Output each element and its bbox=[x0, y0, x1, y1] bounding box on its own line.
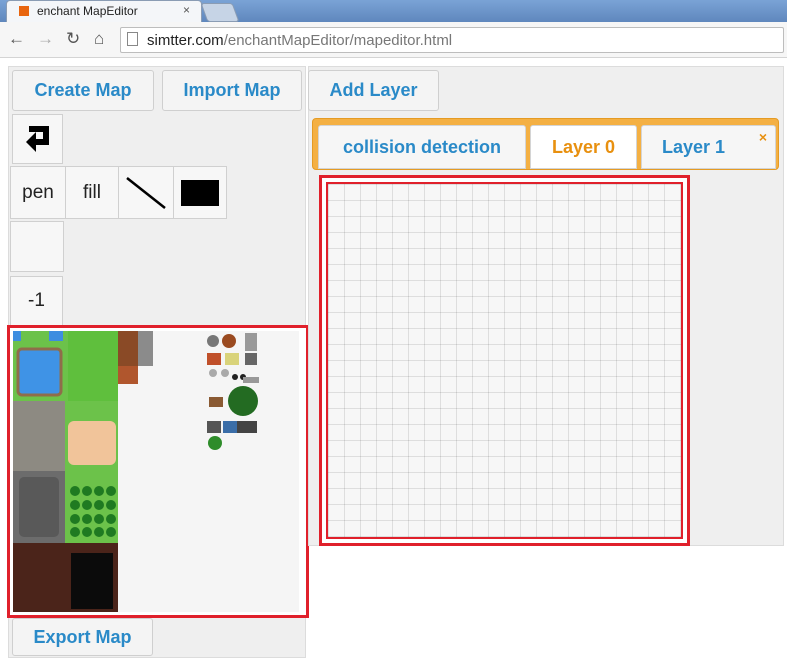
layer-tab-bar: collision detection Layer 0 Layer 1 × bbox=[312, 118, 779, 170]
return-arrow-icon bbox=[25, 126, 49, 152]
browser-tabstrip: enchant MapEditor × bbox=[0, 0, 787, 22]
tileset-image[interactable] bbox=[13, 331, 299, 612]
browser-tab[interactable]: enchant MapEditor × bbox=[6, 0, 202, 22]
fill-tool-button[interactable]: fill bbox=[65, 166, 119, 219]
tab-layer-0[interactable]: Layer 0 bbox=[530, 125, 637, 169]
url-text: simtter.com/enchantMapEditor/mapeditor.h… bbox=[147, 32, 452, 49]
rectangle-icon bbox=[181, 179, 219, 206]
map-canvas-frame bbox=[319, 175, 690, 546]
browser-toolbar: ← → ↻ ⌂ simtter.com/enchantMapEditor/map… bbox=[0, 22, 787, 58]
favicon-icon bbox=[19, 6, 29, 16]
tab-collision-detection[interactable]: collision detection bbox=[318, 125, 526, 169]
pen-tool-button[interactable]: pen bbox=[10, 166, 66, 219]
map-canvas[interactable] bbox=[326, 182, 683, 539]
tileset-palette[interactable] bbox=[7, 325, 309, 618]
line-icon bbox=[126, 176, 166, 209]
tileset-graphic bbox=[13, 331, 259, 612]
tab-layer-1-label: Layer 1 bbox=[662, 136, 726, 157]
line-tool-button[interactable] bbox=[118, 166, 174, 219]
export-map-button[interactable]: Export Map bbox=[12, 618, 153, 656]
home-icon[interactable]: ⌂ bbox=[94, 29, 104, 49]
address-bar[interactable]: simtter.com/enchantMapEditor/mapeditor.h… bbox=[120, 27, 784, 53]
close-icon[interactable]: × bbox=[183, 3, 190, 17]
layer-index-button[interactable]: -1 bbox=[10, 276, 63, 326]
create-map-button[interactable]: Create Map bbox=[12, 70, 154, 111]
close-tab-icon[interactable]: × bbox=[759, 129, 767, 145]
selected-tile-preview[interactable] bbox=[10, 221, 64, 272]
page-icon bbox=[127, 32, 138, 46]
reload-icon[interactable]: ↻ bbox=[66, 29, 80, 49]
rectangle-tool-button[interactable] bbox=[173, 166, 227, 219]
undo-button[interactable] bbox=[12, 114, 63, 164]
tab-layer-1[interactable]: Layer 1 × bbox=[641, 125, 776, 169]
url-host: simtter.com bbox=[147, 32, 224, 49]
url-path: /enchantMapEditor/mapeditor.html bbox=[223, 32, 453, 49]
import-map-button[interactable]: Import Map bbox=[162, 70, 302, 111]
back-icon[interactable]: ← bbox=[8, 29, 25, 49]
new-tab-button[interactable] bbox=[200, 3, 240, 22]
forward-icon[interactable]: → bbox=[37, 29, 54, 49]
add-layer-button[interactable]: Add Layer bbox=[308, 70, 439, 111]
tab-title: enchant MapEditor bbox=[37, 4, 138, 18]
